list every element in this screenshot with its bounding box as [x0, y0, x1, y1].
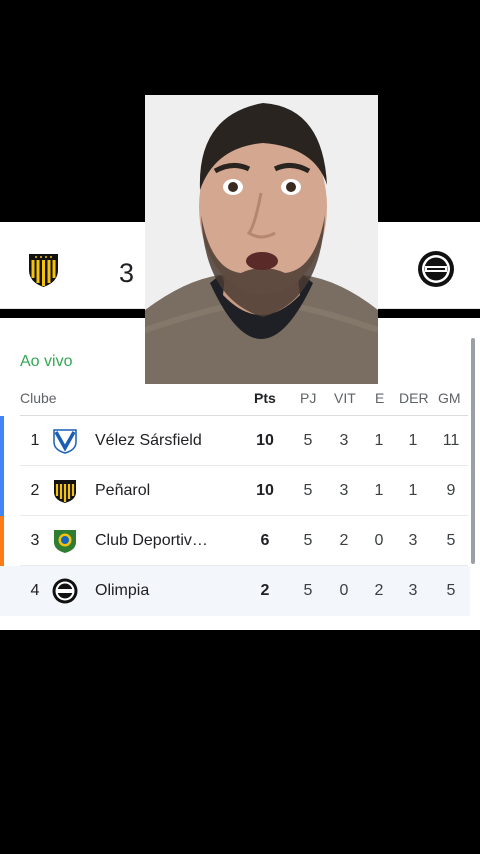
- qualification-bar: [0, 466, 4, 516]
- row-e: 1: [374, 482, 384, 499]
- row-e: 0: [374, 532, 384, 549]
- row-gm: 9: [446, 482, 456, 499]
- row-pts: 10: [256, 432, 274, 449]
- row-pts: 2: [260, 582, 270, 599]
- row-pj: 5: [303, 432, 313, 449]
- row-gm: 5: [446, 582, 456, 599]
- row-pj: 5: [303, 532, 313, 549]
- webcam-overlay: [145, 95, 378, 384]
- olimpia-crest-icon: [52, 578, 78, 604]
- row-gm: 5: [446, 532, 456, 549]
- header-e: E: [375, 390, 385, 406]
- penarol-crest-icon: [29, 254, 58, 287]
- deportivo-crest-icon: [54, 530, 76, 553]
- header-pts: Pts: [254, 390, 276, 406]
- row-der: 1: [408, 482, 418, 499]
- row-gm: 11: [442, 432, 460, 449]
- row-pj: 5: [303, 482, 313, 499]
- row-position: 3: [30, 532, 40, 549]
- penarol-crest-icon: [54, 480, 76, 503]
- olimpia-crest-icon: [418, 251, 454, 287]
- row-der: 1: [408, 432, 418, 449]
- presenter-video: [145, 95, 378, 384]
- row-der: 3: [408, 532, 418, 549]
- row-e: 2: [374, 582, 384, 599]
- row-vit: 3: [339, 482, 349, 499]
- home-score: 3: [119, 258, 135, 288]
- row-team-name[interactable]: Club Deportiv…: [95, 532, 225, 550]
- table-row[interactable]: 2 Peñarol 10 5 3 1 1 9: [0, 466, 470, 516]
- row-vit: 0: [339, 582, 349, 599]
- table-row[interactable]: 3 Club Deportiv… 6 5 2 0 3 5: [0, 516, 470, 566]
- row-der: 3: [408, 582, 418, 599]
- row-team-name[interactable]: Peñarol: [95, 482, 225, 500]
- row-position: 2: [30, 482, 40, 499]
- velez-crest-icon: [53, 429, 77, 454]
- row-position: 4: [30, 582, 40, 599]
- table-scrollbar[interactable]: [471, 338, 475, 564]
- row-pj: 5: [303, 582, 313, 599]
- row-team-name[interactable]: Olimpia: [95, 582, 225, 600]
- row-vit: 2: [339, 532, 349, 549]
- table-row[interactable]: 1 Vélez Sársfield 10 5 3 1 1 11: [0, 416, 470, 466]
- qualification-bar: [0, 516, 4, 566]
- table-row[interactable]: 4 Olimpia 2 5 0 2 3 5: [0, 566, 470, 616]
- live-status: Ao vivo: [20, 353, 73, 370]
- header-pj: PJ: [300, 390, 317, 406]
- header-vit: VIT: [334, 390, 356, 406]
- row-position: 1: [30, 432, 40, 449]
- header-gm: GM: [438, 390, 461, 406]
- row-pts: 6: [260, 532, 270, 549]
- row-team-name[interactable]: Vélez Sársfield: [95, 432, 225, 450]
- row-e: 1: [374, 432, 384, 449]
- row-vit: 3: [339, 432, 349, 449]
- header-club: Clube: [20, 390, 57, 406]
- header-der: DER: [399, 390, 429, 406]
- row-pts: 10: [256, 482, 274, 499]
- qualification-bar: [0, 416, 4, 466]
